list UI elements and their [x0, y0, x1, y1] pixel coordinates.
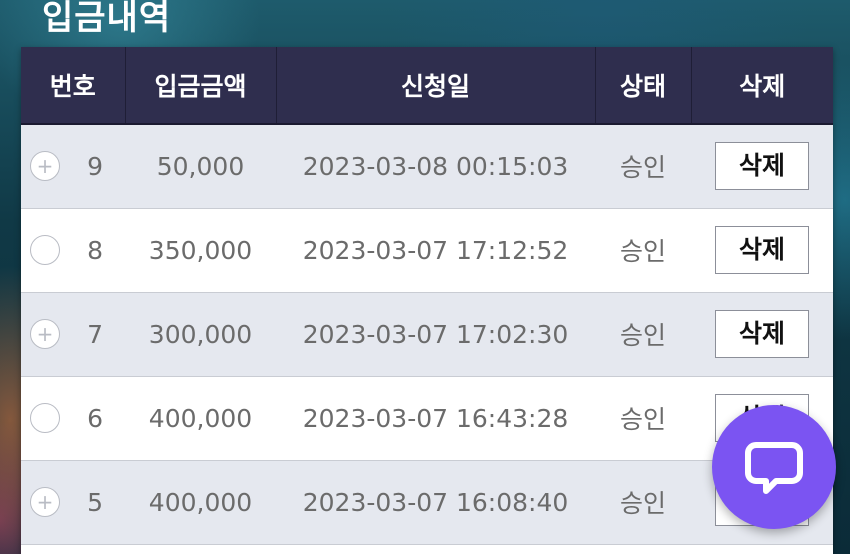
amount-cell: 300,000	[125, 292, 276, 377]
action-cell: 삭제	[691, 292, 833, 377]
table-header-row: 번호 입금금액 신청일 상태 삭제	[21, 47, 833, 125]
status-cell: 승인	[595, 376, 691, 461]
page-title: 입금내역	[42, 0, 172, 38]
status-cell: 승인	[595, 124, 691, 209]
table-row[interactable]: + 7 300,000 2023-03-07 17:02:30 승인 삭제	[21, 292, 833, 377]
plus-circle-icon[interactable]: +	[30, 319, 60, 349]
table-row[interactable]: 8 350,000 2023-03-07 17:12:52 승인 삭제	[21, 208, 833, 293]
date-cell: 2023-03-07 17:12:52	[276, 208, 595, 293]
header-number: 번호	[21, 47, 126, 125]
action-cell: 삭제	[691, 124, 833, 209]
date-cell: 2023-03-07 17:02:30	[276, 292, 595, 377]
header-delete: 삭제	[691, 47, 833, 125]
delete-button[interactable]: 삭제	[715, 310, 809, 358]
status-cell: 승인	[595, 292, 691, 377]
row-number: 5	[87, 487, 103, 517]
date-cell: 2023-03-08 00:15:03	[276, 124, 595, 209]
number-cell: 6	[21, 376, 125, 461]
date-cell: 2023-03-07 16:43:28	[276, 376, 595, 461]
plus-circle-icon[interactable]: +	[30, 487, 60, 517]
row-number: 7	[87, 319, 103, 349]
row-number: 9	[87, 151, 103, 181]
chat-button[interactable]	[712, 405, 836, 529]
chat-bubble-icon	[745, 442, 803, 494]
header-amount: 입금금액	[125, 47, 277, 125]
amount-cell: 400,000	[125, 460, 276, 545]
date-cell: 2023-03-07 16:08:40	[276, 460, 595, 545]
number-cell: + 5	[21, 460, 125, 545]
header-status: 상태	[595, 47, 692, 125]
status-cell: 승인	[595, 460, 691, 545]
circle-icon[interactable]	[30, 403, 60, 433]
amount-cell: 350,000	[125, 208, 276, 293]
table-row[interactable]: + 9 50,000 2023-03-08 00:15:03 승인 삭제	[21, 124, 833, 209]
number-cell: + 9	[21, 124, 125, 209]
row-number: 6	[87, 403, 103, 433]
number-cell: + 7	[21, 292, 125, 377]
action-cell: 삭제	[691, 208, 833, 293]
delete-button[interactable]: 삭제	[715, 142, 809, 191]
circle-icon[interactable]	[30, 235, 60, 265]
table-row[interactable]: + 5 400,000 2023-03-07 16:08:40 승인 삭제	[21, 460, 833, 545]
number-cell: 8	[21, 208, 125, 293]
header-date: 신청일	[276, 47, 596, 125]
amount-cell: 400,000	[125, 376, 276, 461]
amount-cell: 50,000	[125, 124, 276, 209]
status-cell: 승인	[595, 208, 691, 293]
row-number: 8	[87, 235, 103, 265]
table-row[interactable]: 6 400,000 2023-03-07 16:43:28 승인 삭제	[21, 376, 833, 461]
plus-circle-icon[interactable]: +	[30, 151, 60, 182]
deposit-history-table: 번호 입금금액 신청일 상태 삭제 + 9 50,000 2023-03-08 …	[21, 47, 833, 554]
delete-button[interactable]: 삭제	[715, 226, 809, 274]
